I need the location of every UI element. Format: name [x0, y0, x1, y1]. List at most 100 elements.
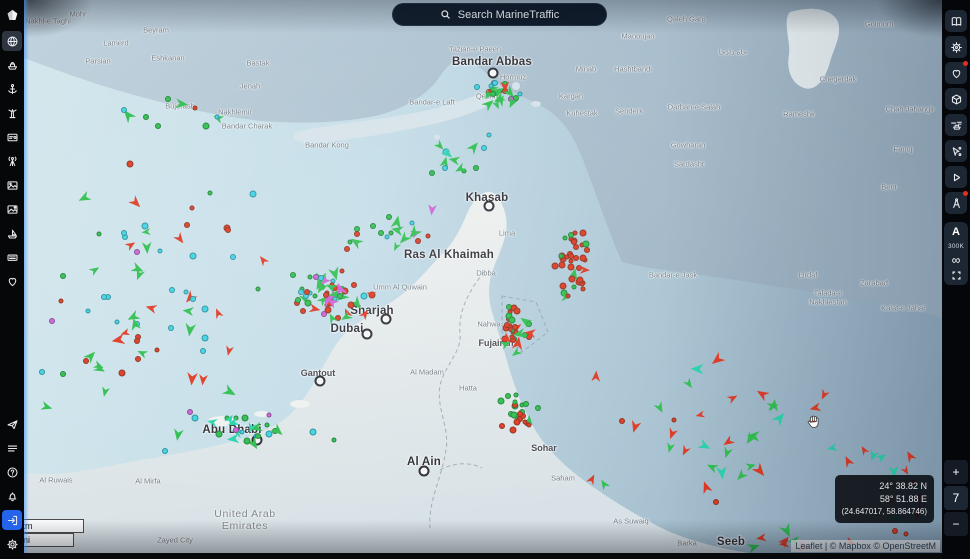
vessel-marker-red-dot[interactable]: [891, 527, 898, 534]
map-attribution[interactable]: Leaflet | © Mapbox © OpenStreetM: [791, 540, 940, 552]
vessel-marker-green-dot[interactable]: [59, 272, 66, 279]
vessel-marker-red-dot[interactable]: [712, 498, 719, 505]
vessel-marker-red-dot[interactable]: [580, 286, 586, 292]
vessel-marker-green-dot[interactable]: [312, 293, 318, 299]
vessel-marker-cyan-dot[interactable]: [157, 248, 163, 254]
vessel-marker-cyan-dot[interactable]: [190, 296, 197, 303]
vessel-marker-red-dot[interactable]: [354, 230, 361, 237]
sidebar-help[interactable]: [2, 462, 22, 482]
vessel-marker-red-dot[interactable]: [565, 293, 571, 299]
vessel-marker-green-dot[interactable]: [388, 230, 394, 236]
vessel-marker-cyan-dot[interactable]: [488, 83, 494, 89]
vessel-marker-red-dot[interactable]: [809, 417, 817, 425]
tool-my-favorites[interactable]: [945, 61, 968, 84]
vessel-marker-red-dot[interactable]: [579, 281, 585, 287]
vessel-marker-cyan-dot[interactable]: [309, 428, 317, 436]
sidebar-settings[interactable]: [2, 534, 22, 554]
vessel-marker-cyan-dot[interactable]: [191, 414, 199, 422]
vessel-marker-green-dot[interactable]: [535, 404, 542, 411]
vessel-marker-green-dot[interactable]: [571, 284, 577, 289]
fullscreen-button[interactable]: [951, 270, 962, 281]
zoom-out-button[interactable]: −: [944, 512, 968, 536]
vessel-marker-red-dot[interactable]: [570, 239, 577, 246]
vessel-marker-red-dot[interactable]: [559, 282, 567, 290]
vessel-marker-green-dot[interactable]: [429, 170, 436, 177]
vessel-marker-green-dot[interactable]: [523, 400, 530, 407]
vessel-marker-cyan-dot[interactable]: [230, 254, 237, 261]
sidebar-ports[interactable]: [2, 79, 22, 99]
vessel-marker-cyan-dot[interactable]: [199, 347, 206, 354]
vessel-marker-cyan-dot[interactable]: [201, 305, 209, 313]
vessel-marker-green-dot[interactable]: [241, 414, 249, 422]
vessel-marker-red-dot[interactable]: [135, 356, 142, 363]
vessel-marker-green-dot[interactable]: [289, 272, 296, 279]
vessel-marker-cyan-dot[interactable]: [141, 222, 149, 230]
vessel-marker-red-dot[interactable]: [579, 254, 587, 262]
vessel-marker-cyan-dot[interactable]: [474, 84, 481, 91]
vessel-marker-green-dot[interactable]: [508, 316, 516, 324]
vessel-marker-red-dot[interactable]: [568, 275, 576, 283]
vessel-marker-red-dot[interactable]: [567, 263, 575, 271]
vessel-marker-red-dot[interactable]: [572, 255, 579, 262]
tool-navigation[interactable]: [945, 36, 967, 58]
vessel-marker-green-dot[interactable]: [207, 190, 213, 196]
vessel-marker-cyan-dot[interactable]: [409, 220, 415, 226]
vessel-marker-red-dot[interactable]: [58, 298, 64, 304]
vessel-marker-red-dot[interactable]: [126, 160, 134, 168]
tool-routing[interactable]: [945, 191, 968, 214]
vessel-marker-green-dot[interactable]: [294, 296, 301, 303]
vessel-marker-red-dot[interactable]: [414, 237, 421, 244]
vessel-marker-cyan-dot[interactable]: [441, 165, 448, 172]
vessel-marker-green-dot[interactable]: [59, 370, 66, 377]
vessel-marker-red-dot[interactable]: [118, 369, 126, 377]
vessel-marker-magenta-dot[interactable]: [48, 318, 55, 325]
zoom-in-button[interactable]: +: [944, 460, 968, 484]
vessel-marker-red-dot[interactable]: [513, 307, 521, 315]
vessel-marker-green-dot[interactable]: [202, 122, 210, 130]
vessel-marker-cyan-dot[interactable]: [168, 286, 175, 293]
vessel-marker-red-dot[interactable]: [568, 258, 574, 264]
vessel-marker-cyan-dot[interactable]: [239, 429, 245, 435]
vessel-marker-red-dot[interactable]: [522, 419, 528, 425]
sidebar-sign-in[interactable]: [2, 510, 22, 530]
vessel-marker-green-dot[interactable]: [385, 213, 392, 220]
sidebar-gallery[interactable]: [2, 199, 22, 219]
vessel-marker-red-dot[interactable]: [509, 426, 517, 434]
vessel-marker-red-dot[interactable]: [499, 423, 506, 430]
vessel-marker-green-dot[interactable]: [96, 231, 102, 237]
vessel-marker-red-dot[interactable]: [224, 226, 231, 233]
vessel-marker-cyan-dot[interactable]: [249, 190, 257, 197]
sidebar-news[interactable]: [2, 438, 22, 458]
vessel-marker-green-dot[interactable]: [558, 253, 564, 259]
vessel-marker-red-dot[interactable]: [184, 222, 191, 229]
vessel-marker-red-dot[interactable]: [303, 288, 310, 295]
vessel-marker-red-dot[interactable]: [192, 105, 198, 111]
sidebar-share[interactable]: [2, 414, 22, 434]
vessel-marker-green-dot[interactable]: [304, 299, 312, 307]
sidebar-live-map[interactable]: [2, 31, 22, 51]
vessel-marker-green-dot[interactable]: [164, 96, 171, 103]
vessel-marker-cyan-dot[interactable]: [168, 325, 175, 332]
vessel-marker-red-dot[interactable]: [579, 229, 587, 237]
vessel-marker-cyan-dot[interactable]: [114, 319, 120, 325]
vessel-marker-red-dot[interactable]: [154, 347, 160, 353]
vessel-marker-cyan-dot[interactable]: [214, 114, 220, 120]
vessel-marker-red-dot[interactable]: [903, 531, 909, 537]
sidebar-notifications[interactable]: [2, 486, 22, 506]
vessel-marker-red-dot[interactable]: [618, 417, 625, 424]
vessel-marker-red-dot[interactable]: [584, 246, 591, 253]
vessel-marker-red-dot[interactable]: [513, 418, 520, 426]
vessel-marker-cyan-dot[interactable]: [85, 308, 91, 314]
vessel-marker-green-dot[interactable]: [513, 392, 519, 398]
vessel-marker-green-dot[interactable]: [331, 437, 337, 443]
vessel-marker-red-dot[interactable]: [134, 337, 141, 344]
vessel-marker-green-dot[interactable]: [155, 123, 162, 130]
sidebar-fleets[interactable]: [2, 223, 22, 243]
vessel-marker-cyan-dot[interactable]: [486, 132, 492, 138]
vessel-marker-red-dot[interactable]: [339, 268, 345, 274]
vessel-marker-red-dot[interactable]: [551, 262, 559, 270]
tool-guides[interactable]: [945, 10, 967, 32]
vessel-marker-red-dot[interactable]: [517, 410, 524, 417]
vessel-marker-red-dot[interactable]: [189, 205, 195, 211]
vessel-marker-green-dot[interactable]: [307, 274, 313, 280]
